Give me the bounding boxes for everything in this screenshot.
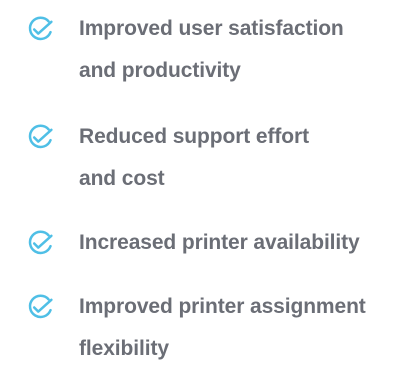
benefit-text: Reduced support effort and cost [79,116,415,200]
benefit-text: Improved printer assignment flexibility [79,286,415,370]
benefit-text: Improved user satisfaction and productiv… [79,8,415,92]
benefit-line: and cost [79,167,165,190]
benefit-line: flexibility [79,337,169,360]
benefit-line: and productivity [79,59,241,82]
benefit-line: Improved printer assignment [79,295,366,318]
benefit-text: Increased printer availability [79,222,415,264]
check-circle-icon [26,15,54,43]
benefit-line: Increased printer availability [79,231,360,254]
check-circle-icon [26,123,54,151]
benefits-list: Improved user satisfaction and productiv… [0,0,419,360]
check-circle-icon [26,229,54,257]
check-circle-icon [26,293,54,321]
benefit-line: Improved user satisfaction [79,17,344,40]
benefit-line: Reduced support effort [79,125,309,148]
